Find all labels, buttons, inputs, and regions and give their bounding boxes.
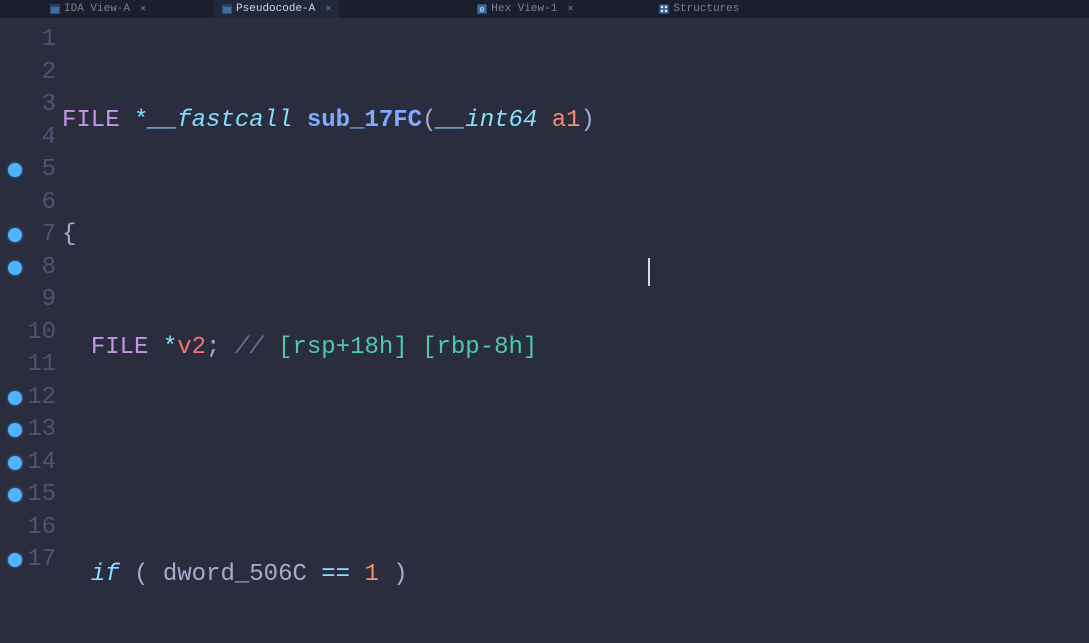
breakpoint-dot[interactable] xyxy=(8,456,22,470)
gutter-row[interactable]: 14 xyxy=(0,447,62,480)
breakpoint-dot[interactable] xyxy=(8,553,22,567)
line-number: 8 xyxy=(42,252,56,285)
gutter-row[interactable]: 13 xyxy=(0,414,62,447)
close-icon[interactable]: ✕ xyxy=(567,3,573,15)
line-number: 13 xyxy=(27,414,56,447)
breakpoint-dot[interactable] xyxy=(8,423,22,437)
breakpoint-dot[interactable] xyxy=(8,391,22,405)
code-line[interactable]: { xyxy=(62,219,1089,252)
gutter-row[interactable]: 1 xyxy=(0,24,62,57)
gutter-row[interactable]: 2 xyxy=(0,57,62,90)
hex-icon: 0 xyxy=(477,4,487,14)
line-number: 1 xyxy=(42,24,56,57)
tab-pseudocode[interactable]: Pseudocode-A ✕ xyxy=(214,0,339,18)
breakpoint-dot[interactable] xyxy=(8,488,22,502)
line-number: 4 xyxy=(42,122,56,155)
tab-structures[interactable]: Structures xyxy=(651,0,747,18)
tab-strip: IDA View-A ✕ Pseudocode-A ✕ 0 Hex View-1… xyxy=(0,0,1089,18)
gutter-row[interactable]: 11 xyxy=(0,349,62,382)
text-caret xyxy=(648,258,650,286)
gutter-row[interactable]: 17 xyxy=(0,544,62,577)
breakpoint-dot[interactable] xyxy=(8,228,22,242)
line-gutter: 1234567891011121314151617 xyxy=(0,18,62,643)
line-number: 12 xyxy=(27,382,56,415)
gutter-row[interactable]: 4 xyxy=(0,122,62,155)
gutter-row[interactable]: 15 xyxy=(0,479,62,512)
breakpoint-dot[interactable] xyxy=(8,261,22,275)
tab-label: Structures xyxy=(673,3,739,15)
gutter-row[interactable]: 6 xyxy=(0,187,62,220)
gutter-row[interactable]: 12 xyxy=(0,382,62,415)
line-number: 17 xyxy=(27,544,56,577)
line-number: 5 xyxy=(42,154,56,187)
line-number: 9 xyxy=(42,284,56,317)
line-number: 15 xyxy=(27,479,56,512)
line-number: 7 xyxy=(42,219,56,252)
line-number: 6 xyxy=(42,187,56,220)
struct-icon xyxy=(659,4,669,14)
gutter-row[interactable]: 7 xyxy=(0,219,62,252)
tab-label: IDA View-A xyxy=(64,3,130,15)
breakpoint-dot[interactable] xyxy=(8,163,22,177)
code-line[interactable]: FILE *__fastcall sub_17FC(__int64 a1) xyxy=(62,105,1089,138)
window-icon xyxy=(222,4,232,14)
gutter-row[interactable]: 10 xyxy=(0,317,62,350)
line-number: 10 xyxy=(27,317,56,350)
close-icon[interactable]: ✕ xyxy=(140,3,146,15)
gutter-row[interactable]: 5 xyxy=(0,154,62,187)
line-number: 2 xyxy=(42,57,56,90)
code-body[interactable]: FILE *__fastcall sub_17FC(__int64 a1) { … xyxy=(62,18,1089,643)
svg-text:0: 0 xyxy=(480,7,484,14)
tab-ida-view[interactable]: IDA View-A ✕ xyxy=(42,0,154,18)
code-line[interactable]: FILE *v2; // [rsp+18h] [rbp-8h] xyxy=(62,332,1089,365)
tab-hex-view[interactable]: 0 Hex View-1 ✕ xyxy=(469,0,581,18)
code-line[interactable]: if ( dword_506C == 1 ) xyxy=(62,559,1089,592)
tab-label: Pseudocode-A xyxy=(236,3,315,15)
line-number: 11 xyxy=(27,349,56,382)
gutter-row[interactable]: 8 xyxy=(0,252,62,285)
window-icon xyxy=(50,4,60,14)
code-line[interactable] xyxy=(62,446,1089,479)
gutter-row[interactable]: 3 xyxy=(0,89,62,122)
code-editor[interactable]: 1234567891011121314151617 FILE *__fastca… xyxy=(0,18,1089,643)
line-number: 16 xyxy=(27,512,56,545)
tab-label: Hex View-1 xyxy=(491,3,557,15)
line-number: 3 xyxy=(42,89,56,122)
gutter-row[interactable]: 9 xyxy=(0,284,62,317)
close-icon[interactable]: ✕ xyxy=(325,3,331,15)
gutter-row[interactable]: 16 xyxy=(0,512,62,545)
line-number: 14 xyxy=(27,447,56,480)
